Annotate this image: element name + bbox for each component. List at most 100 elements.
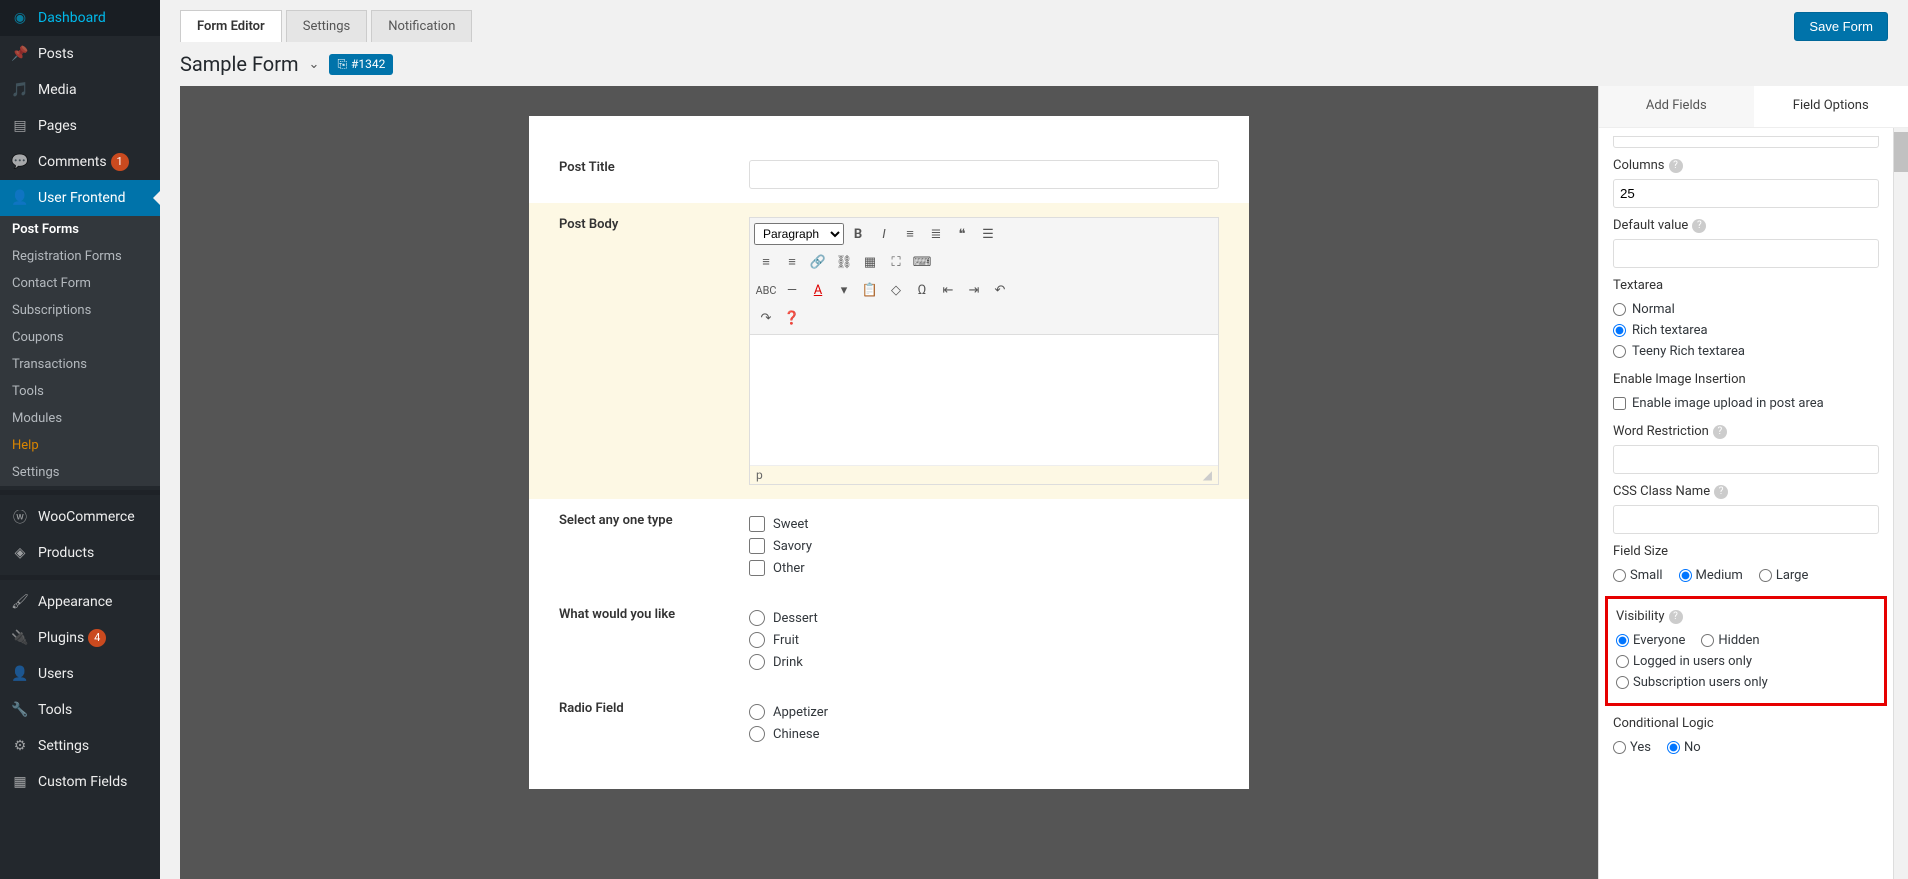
fullscreen-icon[interactable]: ⛶ [884, 250, 908, 274]
radio-input[interactable] [1613, 569, 1626, 582]
indent-icon[interactable]: ⇥ [962, 278, 986, 302]
radio-input[interactable] [749, 704, 765, 720]
redo-icon[interactable]: ↷ [754, 306, 778, 330]
italic-icon[interactable]: I [872, 222, 896, 246]
sidebar-sub-settings[interactable]: Settings [0, 459, 160, 486]
paste-icon[interactable]: 📋 [858, 278, 882, 302]
radio-option-logged-in-users-only[interactable]: Logged in users only [1616, 654, 1752, 669]
sidebar-sub-subscriptions[interactable]: Subscriptions [0, 297, 160, 324]
sidebar-item-woocommerce[interactable]: ⓦWooCommerce [0, 499, 160, 535]
sidebar-item-comments[interactable]: 💬Comments1 [0, 144, 160, 180]
radio-option[interactable]: Drink [749, 651, 1219, 673]
clear-format-icon[interactable]: ◇ [884, 278, 908, 302]
checkbox-input[interactable] [749, 516, 765, 532]
sidebar-sub-help[interactable]: Help [0, 432, 160, 459]
help-icon[interactable]: ❓ [780, 306, 804, 330]
word-restriction-input[interactable] [1613, 445, 1879, 474]
radio-input[interactable] [749, 610, 765, 626]
unlink-icon[interactable]: ⛓ [832, 250, 856, 274]
radio-option-medium[interactable]: Medium [1679, 568, 1743, 583]
radio-option[interactable]: Dessert [749, 607, 1219, 629]
checkbox-option[interactable]: Other [749, 557, 1219, 579]
sidebar-sub-contact-form[interactable]: Contact Form [0, 270, 160, 297]
sidebar-item-dashboard[interactable]: ◉Dashboard [0, 0, 160, 36]
help-icon[interactable]: ? [1714, 485, 1728, 499]
field-select-type[interactable]: Select any one type SweetSavoryOther [529, 499, 1249, 593]
radio-input[interactable] [749, 726, 765, 742]
radio-input[interactable] [1613, 345, 1626, 358]
radio-input[interactable] [1616, 676, 1629, 689]
radio-input[interactable] [1701, 634, 1714, 647]
default-value-input[interactable] [1613, 239, 1879, 268]
text-color-dropdown-icon[interactable]: ▾ [832, 278, 856, 302]
sidebar-item-plugins[interactable]: 🔌Plugins4 [0, 620, 160, 656]
radio-option-yes[interactable]: Yes [1613, 740, 1651, 755]
radio-option-hidden[interactable]: Hidden [1701, 633, 1759, 648]
sidebar-item-user-frontend[interactable]: 👤User Frontend [0, 180, 160, 216]
sidebar-item-settings[interactable]: ⚙Settings [0, 728, 160, 764]
tab-notification[interactable]: Notification [371, 10, 472, 42]
link-icon[interactable]: 🔗 [806, 250, 830, 274]
chevron-down-icon[interactable]: ⌄ [309, 57, 320, 72]
radio-input[interactable] [1667, 741, 1680, 754]
checkbox-option[interactable]: Savory [749, 535, 1219, 557]
align-right-icon[interactable]: ☰ [976, 222, 1000, 246]
tab-add-fields[interactable]: Add Fields [1599, 86, 1754, 127]
radio-input[interactable] [1679, 569, 1692, 582]
hr-icon[interactable]: — [780, 278, 804, 302]
field-radio[interactable]: Radio Field AppetizerChinese [529, 687, 1249, 759]
sidebar-item-appearance[interactable]: 🖌Appearance [0, 584, 160, 620]
sidebar-sub-registration-forms[interactable]: Registration Forms [0, 243, 160, 270]
scrollbar-thumb[interactable] [1894, 132, 1908, 172]
radio-option-rich-textarea[interactable]: Rich textarea [1613, 320, 1879, 341]
canvas-scroll[interactable]: Post Title Post Body Paragraph B I [180, 86, 1598, 879]
sidebar-item-users[interactable]: 👤Users [0, 656, 160, 692]
sidebar-item-pages[interactable]: ▤Pages [0, 108, 160, 144]
radio-option[interactable]: Chinese [749, 723, 1219, 745]
enable-image-checkbox[interactable] [1613, 397, 1626, 410]
right-panel-scrollbar[interactable] [1893, 128, 1908, 879]
radio-input[interactable] [1613, 324, 1626, 337]
sidebar-item-custom-fields[interactable]: ▦Custom Fields [0, 764, 160, 800]
sidebar-sub-transactions[interactable]: Transactions [0, 351, 160, 378]
sidebar-item-posts[interactable]: 📌Posts [0, 36, 160, 72]
align-center-icon[interactable]: ≡ [780, 250, 804, 274]
help-icon[interactable]: ? [1713, 425, 1727, 439]
post-title-input[interactable] [749, 160, 1219, 189]
save-form-button[interactable]: Save Form [1794, 12, 1888, 41]
outdent-icon[interactable]: ⇤ [936, 278, 960, 302]
radio-option-normal[interactable]: Normal [1613, 299, 1879, 320]
radio-input[interactable] [749, 632, 765, 648]
keyboard-icon[interactable]: ⌨ [910, 250, 934, 274]
form-id-badge[interactable]: ⎘ #1342 [329, 54, 393, 75]
sidebar-item-media[interactable]: 🎵Media [0, 72, 160, 108]
quote-icon[interactable]: ❝ [950, 222, 974, 246]
sidebar-sub-post-forms[interactable]: Post Forms [0, 216, 160, 243]
help-icon[interactable]: ? [1692, 219, 1706, 233]
sidebar-sub-tools[interactable]: Tools [0, 378, 160, 405]
strike-icon[interactable]: ABC [754, 278, 778, 302]
checkbox-input[interactable] [749, 538, 765, 554]
sidebar-sub-coupons[interactable]: Coupons [0, 324, 160, 351]
format-select[interactable]: Paragraph [754, 223, 844, 245]
more-icon[interactable]: ▦ [858, 250, 882, 274]
columns-input[interactable] [1613, 179, 1879, 208]
radio-option-everyone[interactable]: Everyone [1616, 633, 1685, 648]
radio-option-small[interactable]: Small [1613, 568, 1663, 583]
radio-input[interactable] [749, 654, 765, 670]
radio-input[interactable] [1616, 655, 1629, 668]
bold-icon[interactable]: B [846, 222, 870, 246]
field-what-like[interactable]: What would you like DessertFruitDrink [529, 593, 1249, 687]
resize-grip-icon[interactable]: ◢ [1203, 468, 1212, 482]
radio-option-subscription-users-only[interactable]: Subscription users only [1616, 675, 1768, 690]
checkbox-input[interactable] [749, 560, 765, 576]
sidebar-item-products[interactable]: ◈Products [0, 535, 160, 571]
radio-input[interactable] [1613, 741, 1626, 754]
radio-input[interactable] [1613, 303, 1626, 316]
checkbox-option[interactable]: Sweet [749, 513, 1219, 535]
text-color-icon[interactable]: A [806, 278, 830, 302]
editor-body[interactable] [750, 335, 1218, 465]
ul-icon[interactable]: ≡ [898, 222, 922, 246]
radio-option[interactable]: Fruit [749, 629, 1219, 651]
sidebar-item-tools[interactable]: 🔧Tools [0, 692, 160, 728]
